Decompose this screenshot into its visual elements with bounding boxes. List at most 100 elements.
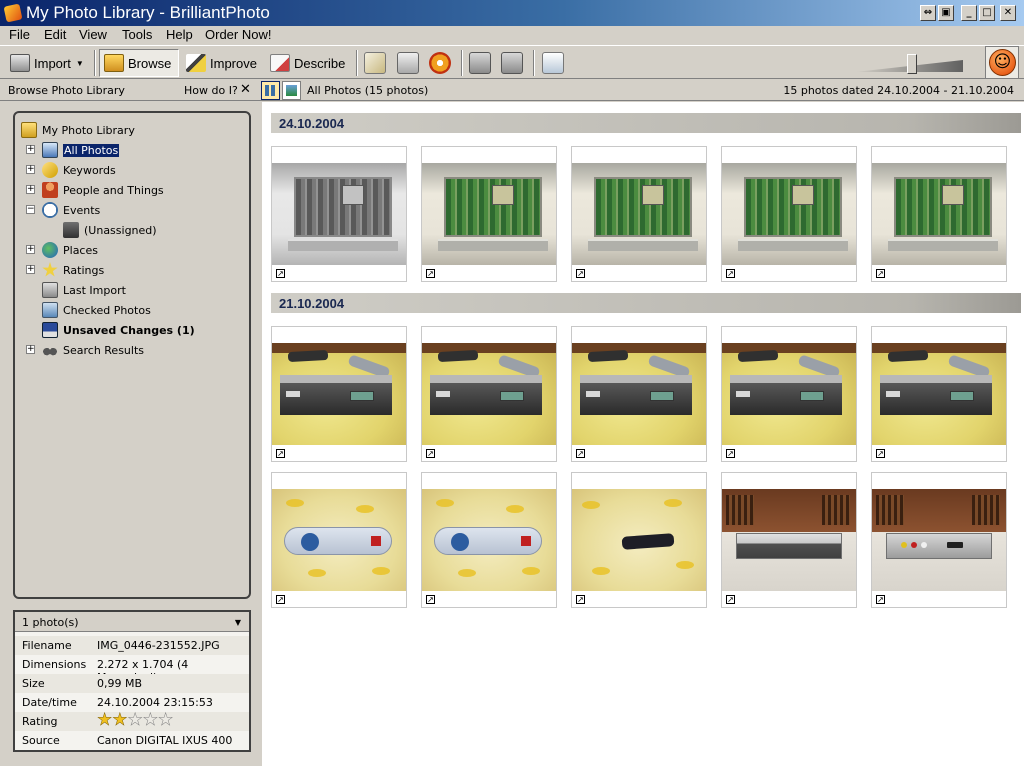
tree-item-label: Search Results bbox=[63, 343, 145, 357]
menu-file[interactable]: File bbox=[9, 27, 30, 42]
menu-tools[interactable]: Tools bbox=[122, 27, 152, 42]
photo-thumbnail[interactable]: ↗ bbox=[271, 146, 407, 282]
email-icon[interactable] bbox=[364, 52, 386, 74]
expand-icon[interactable]: + bbox=[26, 265, 35, 274]
minimize-button[interactable]: _ bbox=[961, 5, 977, 21]
photo-thumbnail[interactable]: ↗ bbox=[271, 326, 407, 462]
photo-thumbnail[interactable]: ↗ bbox=[421, 326, 557, 462]
photo-thumbnail[interactable]: ↗ bbox=[571, 146, 707, 282]
photo-thumbnail[interactable]: ↗ bbox=[871, 326, 1007, 462]
rotate-right-icon[interactable] bbox=[501, 52, 523, 74]
current-collection-label: All Photos (15 photos) bbox=[307, 84, 429, 97]
toolbar-separator bbox=[533, 50, 535, 76]
expand-icon[interactable]: + bbox=[26, 185, 35, 194]
star-icon[interactable]: ★ bbox=[158, 710, 174, 730]
photo-thumbnail[interactable]: ↗ bbox=[721, 472, 857, 608]
info-row-dimensions: Dimensions2.272 x 1.704 (4 Megapixel) bbox=[15, 655, 249, 684]
star-icon[interactable]: ★ bbox=[142, 710, 158, 730]
expand-icon[interactable]: + bbox=[26, 145, 35, 154]
expand-icon[interactable]: + bbox=[26, 345, 35, 354]
collapse-icon[interactable]: − bbox=[26, 205, 35, 214]
people-icon bbox=[42, 182, 58, 198]
photo-thumbnail[interactable]: ↗ bbox=[871, 472, 1007, 608]
browse-button[interactable]: Browse bbox=[99, 49, 179, 77]
shortcut-icon: ↗ bbox=[876, 269, 885, 278]
photo-grid: 24.10.2004 ↗ ↗ ↗ ↗ ↗ 21.10.2004 ↗ ↗ ↗ ↗ ↗ ↗ ↗ ↗ ↗ ↗ bbox=[262, 102, 1024, 766]
smiley-icon[interactable]: ☺ bbox=[985, 46, 1019, 79]
switch-window-icon[interactable]: ▣ bbox=[938, 5, 954, 21]
menu-help[interactable]: Help bbox=[166, 27, 193, 42]
thumbnail-view-icon[interactable] bbox=[261, 81, 280, 100]
close-button[interactable]: ✕ bbox=[1000, 5, 1016, 21]
photo-thumbnail[interactable]: ↗ bbox=[721, 146, 857, 282]
collapse-arrow-icon[interactable]: ▼ bbox=[235, 618, 241, 627]
photo-thumbnail[interactable]: ↗ bbox=[721, 326, 857, 462]
star-icon[interactable]: ★ bbox=[97, 710, 113, 730]
rating-stars[interactable]: ★★★★★ bbox=[97, 710, 174, 730]
tree-item-places[interactable]: + Places bbox=[26, 241, 98, 259]
photos-icon bbox=[42, 142, 58, 158]
menu-edit[interactable]: Edit bbox=[44, 27, 66, 42]
slider-thumb[interactable] bbox=[907, 54, 917, 74]
shortcut-icon: ↗ bbox=[726, 449, 735, 458]
tree-item-label: Ratings bbox=[63, 263, 105, 277]
rotate-left-icon[interactable] bbox=[469, 52, 491, 74]
tree-item-label: Events bbox=[63, 203, 101, 217]
toolbar-separator bbox=[356, 50, 358, 76]
thumbnail-size-slider[interactable] bbox=[855, 54, 965, 74]
tree-item-unsaved-changes-1[interactable]: Unsaved Changes (1) bbox=[42, 321, 195, 339]
single-photo-view-icon[interactable] bbox=[282, 81, 301, 100]
how-do-i-link[interactable]: How do I? bbox=[184, 84, 238, 97]
clock-icon bbox=[42, 202, 58, 218]
info-value: 24.10.2004 23:15:53 bbox=[97, 696, 213, 709]
date-group-header[interactable]: 24.10.2004 bbox=[271, 113, 1021, 133]
tree-item-last-import[interactable]: Last Import bbox=[42, 281, 126, 299]
tree-item-search-results[interactable]: + Search Results bbox=[26, 341, 145, 359]
star-icon[interactable]: ★ bbox=[112, 710, 128, 730]
info-key: Filename bbox=[22, 639, 72, 652]
tree-item-keywords[interactable]: + Keywords bbox=[26, 161, 116, 179]
print-icon[interactable] bbox=[397, 52, 419, 74]
menu-view[interactable]: View bbox=[79, 27, 107, 42]
improve-button[interactable]: Improve bbox=[182, 49, 261, 77]
window-title: My Photo Library - BrilliantPhoto bbox=[26, 3, 270, 22]
photo-thumbnail[interactable]: ↗ bbox=[271, 472, 407, 608]
tree-item-all-photos[interactable]: + All Photos bbox=[26, 141, 120, 159]
tree-item-unassigned[interactable]: (Unassigned) bbox=[63, 221, 157, 239]
burn-cd-icon[interactable] bbox=[429, 52, 451, 74]
date-group-label: 24.10.2004 bbox=[279, 116, 345, 131]
tree-root[interactable]: My Photo Library bbox=[21, 121, 135, 139]
photo-thumbnail[interactable]: ↗ bbox=[421, 146, 557, 282]
tree-item-events[interactable]: − Events bbox=[26, 201, 101, 219]
close-panel-icon[interactable]: ✕ bbox=[240, 82, 251, 97]
shortcut-icon: ↗ bbox=[276, 449, 285, 458]
date-group-header[interactable]: 21.10.2004 bbox=[271, 293, 1021, 313]
tree-item-ratings[interactable]: + Ratings bbox=[26, 261, 105, 279]
title-bar: My Photo Library - BrilliantPhoto ⇔ ▣ _ … bbox=[0, 0, 1024, 26]
floppy-icon bbox=[42, 322, 58, 338]
star-icon[interactable]: ★ bbox=[127, 710, 143, 730]
restore-layout-icon[interactable]: ⇔ bbox=[920, 5, 936, 21]
import-camera-icon bbox=[42, 282, 58, 298]
info-value: IMG_0446-231552.JPG bbox=[97, 639, 220, 652]
photo-image bbox=[572, 163, 706, 265]
expand-icon[interactable]: + bbox=[26, 245, 35, 254]
photo-image bbox=[722, 163, 856, 265]
tree-item-label: Checked Photos bbox=[63, 303, 151, 317]
expand-icon[interactable]: + bbox=[26, 165, 35, 174]
tree-item-label: Unsaved Changes (1) bbox=[63, 323, 195, 337]
photo-thumbnail[interactable]: ↗ bbox=[571, 326, 707, 462]
photo-thumbnail[interactable]: ↗ bbox=[871, 146, 1007, 282]
import-button[interactable]: Import ▼ bbox=[6, 49, 88, 77]
info-key: Source bbox=[22, 734, 60, 747]
photo-image bbox=[422, 163, 556, 265]
menu-order-now[interactable]: Order Now! bbox=[205, 27, 271, 42]
info-panel-header[interactable]: 1 photo(s) ▼ bbox=[15, 612, 249, 632]
maximize-button[interactable]: □ bbox=[979, 5, 995, 21]
photo-thumbnail[interactable]: ↗ bbox=[571, 472, 707, 608]
tree-item-people-and-things[interactable]: + People and Things bbox=[26, 181, 164, 199]
slideshow-icon[interactable] bbox=[542, 52, 564, 74]
tree-item-checked-photos[interactable]: Checked Photos bbox=[42, 301, 151, 319]
photo-thumbnail[interactable]: ↗ bbox=[421, 472, 557, 608]
describe-button[interactable]: Describe bbox=[266, 49, 349, 77]
